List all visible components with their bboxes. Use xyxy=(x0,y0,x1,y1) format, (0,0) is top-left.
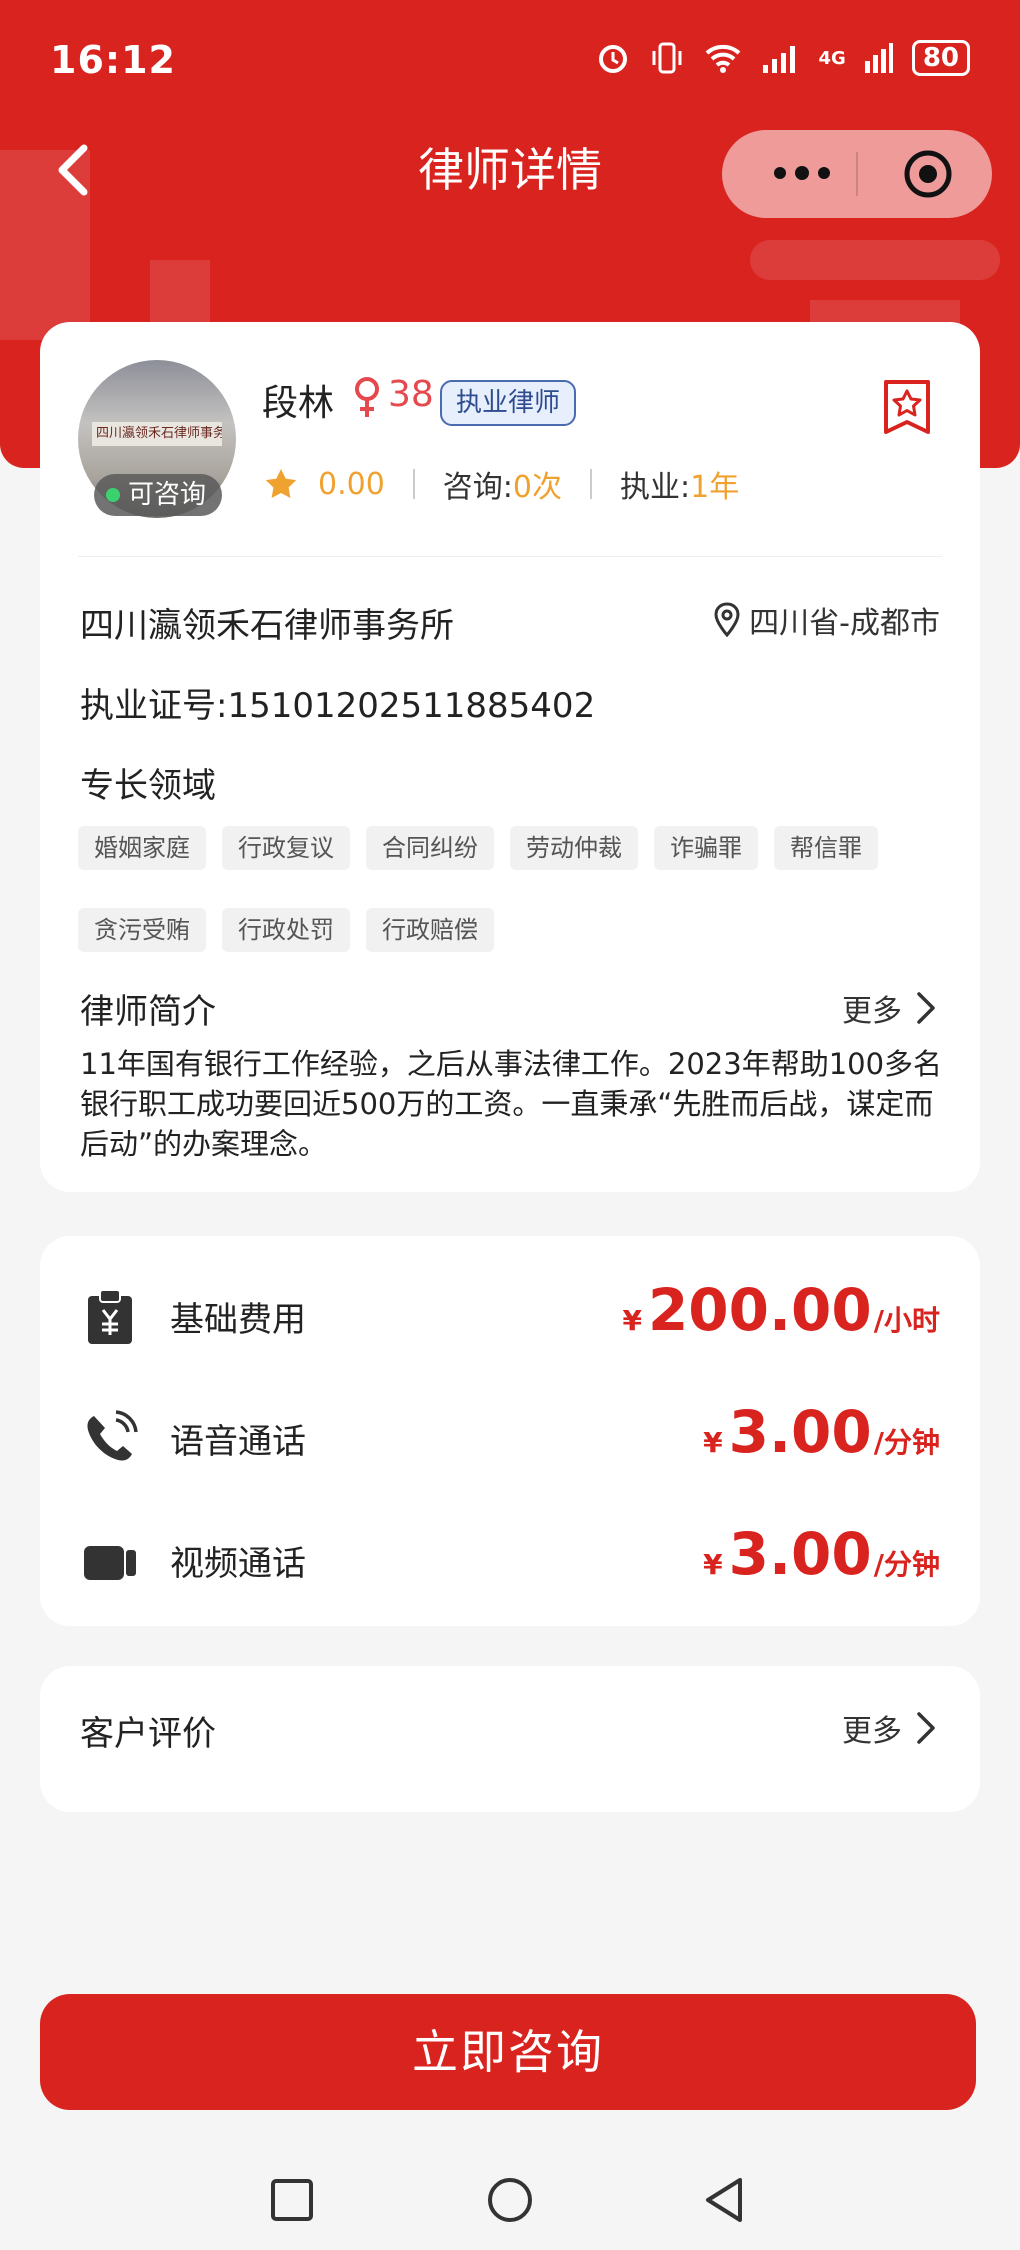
wifi-icon xyxy=(705,44,740,73)
stat-divider xyxy=(412,469,415,499)
star-icon xyxy=(265,469,297,498)
battery-indicator: 80 xyxy=(911,40,970,76)
reviews-more-link[interactable]: 更多 xyxy=(842,1706,936,1750)
fee-amount: 3.00 xyxy=(728,1520,872,1588)
fee-price: ¥ 200.00 /小时 xyxy=(622,1276,940,1344)
license-tag: 执业律师 xyxy=(440,380,577,426)
consult-now-button[interactable]: 立即咨询 xyxy=(40,1994,976,2110)
fee-unit: /小时 xyxy=(873,1304,940,1337)
intro-text: 11年国有银行工作经验，之后从事法律工作。2023年帮助100多名银行职工成功要… xyxy=(80,1047,943,1161)
location-text: 四川省-成都市 xyxy=(749,606,940,641)
avatar-sign-text: 四川瀛领禾石律师事务所 xyxy=(92,422,222,446)
specialty-tag: 行政处罚 xyxy=(222,908,350,952)
intro-more-label: 更多 xyxy=(842,994,902,1029)
fee-clipboard-icon xyxy=(88,1289,132,1344)
female-icon xyxy=(355,377,379,417)
fee-label: 基础费用 xyxy=(170,1300,306,1340)
online-dot-icon xyxy=(106,488,120,502)
lawyer-profile-card: 四川瀛领禾石律师事务所 可咨询 段林 38 执业律师 0.00 咨询:0次 执业… xyxy=(40,322,980,1192)
fee-card: 基础费用 ¥ 200.00 /小时 语音通话 ¥ 3.00 /分钟 视频通话 ¥… xyxy=(40,1236,980,1626)
currency-symbol: ¥ xyxy=(622,1304,642,1337)
status-badge-label: 可咨询 xyxy=(128,480,207,510)
more-dots-icon[interactable] xyxy=(762,158,842,188)
specialty-title: 专长领域 xyxy=(80,766,216,806)
lawyer-age: 38 xyxy=(388,374,434,415)
specialty-tag: 劳动仲裁 xyxy=(510,826,638,870)
specialty-tag: 贪污受贿 xyxy=(78,908,206,952)
vibrate-icon xyxy=(652,42,681,74)
chevron-right-icon xyxy=(917,992,935,1024)
status-bar: 16:12 4G 80 xyxy=(0,0,1020,120)
back-triangle-icon[interactable] xyxy=(702,2176,746,2224)
fee-price: ¥ 3.00 /分钟 xyxy=(703,1520,940,1588)
intro-more-link[interactable]: 更多 xyxy=(842,986,936,1030)
specialty-tag: 帮信罪 xyxy=(774,826,878,870)
fee-row-video: 视频通话 ¥ 3.00 /分钟 xyxy=(40,1520,980,1600)
consult-count-value: 0次 xyxy=(512,470,562,505)
specialty-tag: 婚姻家庭 xyxy=(78,826,206,870)
home-icon[interactable] xyxy=(486,2176,534,2224)
system-navigation-bar xyxy=(0,2150,1020,2250)
status-time: 16:12 xyxy=(50,38,176,82)
status-icons: 4G 80 xyxy=(595,40,970,76)
specialty-tag: 行政复议 xyxy=(222,826,350,870)
stat-divider xyxy=(590,469,592,499)
lawyer-name: 段林 xyxy=(262,383,335,424)
fee-amount: 200.00 xyxy=(647,1276,872,1344)
intro-title: 律师简介 xyxy=(80,992,216,1032)
specialty-tag: 行政赔偿 xyxy=(366,908,494,952)
specialty-tags: 婚姻家庭 行政复议 合同纠纷 劳动仲裁 诈骗罪 帮信罪 贪污受贿 行政处罚 行政… xyxy=(78,826,938,952)
license-number: 执业证号:15101202511885402 xyxy=(80,686,596,726)
signal-icon xyxy=(762,46,795,73)
alarm-icon xyxy=(598,45,627,73)
signal-icon xyxy=(864,43,893,73)
specialty-tag: 合同纠纷 xyxy=(366,826,494,870)
law-firm-name: 四川瀛领禾石律师事务所 xyxy=(80,606,454,646)
fee-amount: 3.00 xyxy=(728,1398,872,1466)
fee-price: ¥ 3.00 /分钟 xyxy=(703,1398,940,1466)
fee-row-basic: 基础费用 ¥ 200.00 /小时 xyxy=(40,1276,980,1356)
fee-label: 语音通话 xyxy=(170,1422,306,1462)
practice-years-value: 1年 xyxy=(690,470,740,505)
reviews-title: 客户评价 xyxy=(80,1714,216,1754)
header-decoration xyxy=(750,240,1000,280)
fee-row-voice: 语音通话 ¥ 3.00 /分钟 xyxy=(40,1398,980,1478)
miniprogram-capsule xyxy=(722,130,992,218)
chevron-right-icon xyxy=(917,1712,935,1744)
rating-value: 0.00 xyxy=(318,466,385,502)
location: 四川省-成都市 xyxy=(713,598,940,642)
currency-symbol: ¥ xyxy=(703,1426,723,1459)
status-badge: 可咨询 xyxy=(94,474,222,516)
practice-years-label: 执业: xyxy=(620,470,691,505)
fee-label: 视频通话 xyxy=(170,1544,306,1584)
phone-icon xyxy=(87,1410,138,1461)
consult-count-label: 咨询: xyxy=(442,470,513,505)
currency-symbol: ¥ xyxy=(703,1548,723,1581)
close-target-icon[interactable] xyxy=(902,148,954,200)
fee-unit: /分钟 xyxy=(873,1426,940,1459)
recent-apps-icon[interactable] xyxy=(270,2178,314,2222)
specialty-tag: 诈骗罪 xyxy=(654,826,758,870)
section-divider xyxy=(78,556,942,557)
lawyer-stats: 0.00 咨询: 0次 执业: 1年 xyxy=(264,462,739,506)
location-pin-icon xyxy=(714,602,740,638)
bookmark-star-icon[interactable] xyxy=(880,378,934,436)
network-type: 4G xyxy=(818,47,846,69)
capsule-divider xyxy=(856,152,858,196)
reviews-more-label: 更多 xyxy=(842,1714,902,1749)
reviews-card: 客户评价 更多 xyxy=(40,1666,980,1812)
fee-unit: /分钟 xyxy=(873,1548,940,1581)
video-camera-icon xyxy=(84,1546,136,1580)
